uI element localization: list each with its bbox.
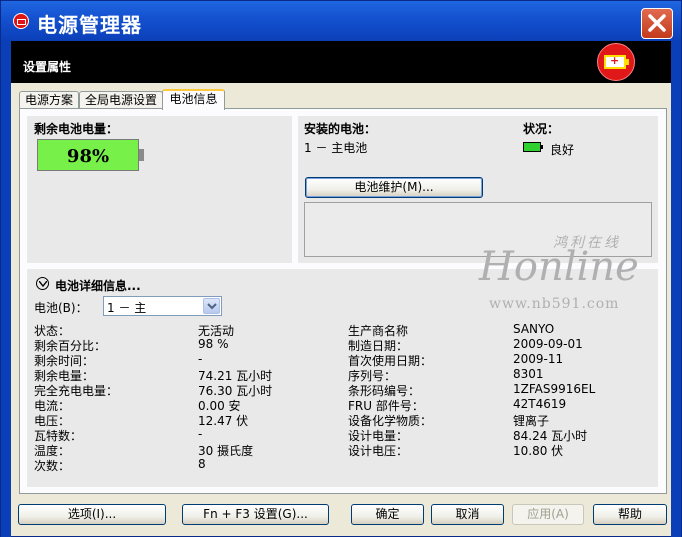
battery-logo-icon: + xyxy=(597,43,635,81)
detail-value: 42T4619 xyxy=(513,397,567,411)
cancel-button[interactable]: 取消 xyxy=(431,504,504,525)
window-frame-left xyxy=(1,41,11,537)
detail-label: 设计电压： xyxy=(348,444,409,458)
header-band: 设置属性 + xyxy=(11,41,671,83)
detail-value: - xyxy=(198,352,203,366)
battery-select-label: 电池(B)： xyxy=(34,301,88,315)
close-button[interactable] xyxy=(641,8,673,39)
detail-value: 98 % xyxy=(198,337,229,351)
window-frame-right xyxy=(671,41,681,537)
close-icon xyxy=(648,14,666,32)
detail-value: SANYO xyxy=(513,322,555,336)
battery-maintenance-button[interactable]: 电池维护(M)... xyxy=(305,177,483,198)
detail-value: 1ZFAS9916EL xyxy=(513,382,596,396)
battery-select-value: 1 － 主 xyxy=(107,301,147,315)
header-label: 设置属性 xyxy=(23,60,72,74)
detail-value: - xyxy=(198,427,203,441)
battery-select-arrow[interactable] xyxy=(203,298,220,314)
window-title: 电源管理器 xyxy=(37,13,142,37)
detail-value: 8301 xyxy=(513,367,544,381)
fn-f3-settings-button[interactable]: Fn + F3 设置(G)... xyxy=(182,504,329,525)
details-title: 电池详细信息... xyxy=(55,279,141,293)
detail-value: 30 摄氏度 xyxy=(198,444,254,458)
battery-status-icon xyxy=(523,142,543,152)
detail-value: 2009-11 xyxy=(513,352,564,366)
tab-battery-info[interactable]: 电池信息 xyxy=(162,89,225,110)
installed-battery-label: 安装的电池： xyxy=(304,122,377,136)
status-value: 良好 xyxy=(550,143,575,157)
chevron-down-icon xyxy=(39,281,47,287)
status-label: 状况： xyxy=(523,122,560,136)
options-button[interactable]: 选项(I)... xyxy=(18,504,166,525)
battery-select[interactable]: 1 － 主 xyxy=(103,296,222,316)
details-expander[interactable] xyxy=(36,277,49,290)
detail-value: 12.47 伏 xyxy=(198,414,249,428)
watermark: 鸿利在线 Honline www.nb591.com xyxy=(479,235,639,312)
battery-charge-meter: 98% xyxy=(37,139,139,171)
tab-global-power-settings[interactable]: 全局电源设置 xyxy=(79,91,163,109)
remaining-charge-label: 剩余电池电量： xyxy=(34,122,119,136)
battery-percent-text: 98% xyxy=(66,146,110,167)
title-bar[interactable]: 电源管理器 xyxy=(1,1,681,41)
detail-value: 10.80 伏 xyxy=(513,444,564,458)
ok-button[interactable]: 确定 xyxy=(351,504,424,525)
power-manager-window: 电源管理器 设置属性 + 电源方案 全局电源设置 电池信息 剩余电池电量： 98… xyxy=(0,0,682,537)
power-manager-app-icon xyxy=(13,13,29,29)
apply-button[interactable]: 应用(A) xyxy=(512,504,584,525)
detail-value: 2009-09-01 xyxy=(513,337,583,351)
detail-label: 次数： xyxy=(34,459,71,473)
installed-battery-item: 1 － 主电池 xyxy=(304,141,368,155)
chevron-down-icon xyxy=(207,303,217,310)
battery-terminal xyxy=(139,149,144,161)
tab-power-schemes[interactable]: 电源方案 xyxy=(19,91,79,109)
detail-value: 8 xyxy=(198,457,206,471)
help-button[interactable]: 帮助 xyxy=(593,504,667,525)
